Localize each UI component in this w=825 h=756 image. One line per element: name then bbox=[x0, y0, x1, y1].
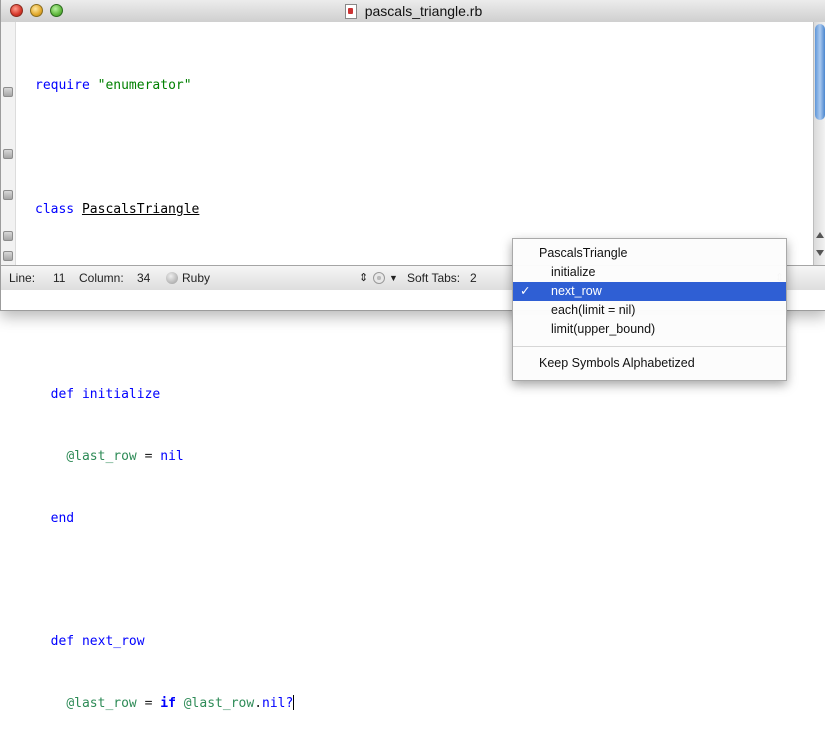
code-line: @last_row = nil bbox=[66, 448, 184, 464]
menu-separator bbox=[513, 346, 786, 347]
menu-item-initialize[interactable]: initialize bbox=[513, 263, 786, 282]
menu-item-label: initialize bbox=[551, 265, 596, 279]
fold-marker-icon[interactable] bbox=[3, 251, 13, 261]
scroll-down-arrow-icon[interactable] bbox=[816, 250, 824, 256]
column-value: 34 bbox=[137, 271, 151, 285]
window-title-text: pascals_triangle.rb bbox=[364, 3, 483, 19]
menu-item-label: each(limit = nil) bbox=[551, 303, 636, 317]
fold-marker-icon[interactable] bbox=[3, 149, 13, 159]
settings-dropdown-icon[interactable]: ▼ bbox=[389, 273, 398, 283]
fold-marker-icon[interactable] bbox=[3, 190, 13, 200]
code-text[interactable]: require "enumerator" class PascalsTriang… bbox=[35, 35, 295, 756]
line-label: Line: bbox=[9, 271, 36, 285]
code-line: class PascalsTriangle bbox=[35, 201, 200, 217]
menu-item-class[interactable]: PascalsTriangle bbox=[513, 244, 786, 263]
text-cursor bbox=[293, 695, 295, 710]
fold-marker-icon[interactable] bbox=[3, 87, 13, 97]
code-line: end bbox=[50, 510, 75, 526]
fold-marker-icon[interactable] bbox=[3, 231, 13, 241]
menu-item-label: limit(upper_bound) bbox=[551, 322, 656, 336]
code-line: def initialize bbox=[50, 387, 161, 403]
menu-item-label: PascalsTriangle bbox=[539, 246, 628, 260]
code-line: @last_row = if @last_row.nil? bbox=[66, 695, 295, 711]
language-gear-icon bbox=[166, 272, 178, 284]
settings-gear-icon[interactable] bbox=[373, 272, 385, 284]
gutter bbox=[1, 22, 16, 265]
menu-item-limit[interactable]: limit(upper_bound) bbox=[513, 320, 786, 339]
soft-tabs-label[interactable]: Soft Tabs: bbox=[407, 271, 460, 285]
scrollbar-thumb[interactable] bbox=[815, 24, 825, 120]
menu-item-label: Keep Symbols Alphabetized bbox=[539, 356, 695, 370]
line-value: 11 bbox=[53, 271, 66, 285]
code-line: require "enumerator" bbox=[35, 78, 192, 94]
symbol-popup-menu: PascalsTriangle initialize ✓ next_row ea… bbox=[512, 238, 787, 381]
menu-item-next-row[interactable]: ✓ next_row bbox=[513, 282, 786, 301]
menu-item-keep-alphabetized[interactable]: Keep Symbols Alphabetized bbox=[513, 354, 786, 373]
vertical-scrollbar[interactable] bbox=[813, 22, 825, 265]
column-label: Column: bbox=[79, 271, 124, 285]
menu-item-label: next_row bbox=[551, 284, 602, 298]
code-line: def next_row bbox=[50, 634, 145, 650]
checkmark-icon: ✓ bbox=[520, 284, 531, 298]
ruby-file-icon bbox=[344, 3, 357, 19]
language-select[interactable]: Ruby bbox=[182, 271, 210, 285]
code-editor[interactable]: require "enumerator" class PascalsTriang… bbox=[1, 22, 814, 711]
menu-item-each[interactable]: each(limit = nil) bbox=[513, 301, 786, 320]
window-title: pascals_triangle.rb bbox=[1, 0, 825, 22]
title-bar: pascals_triangle.rb bbox=[1, 0, 825, 23]
language-select-chevron-icon[interactable]: ⇕ bbox=[359, 271, 368, 284]
scroll-up-arrow-icon[interactable] bbox=[816, 232, 824, 238]
soft-tabs-value[interactable]: 2 bbox=[470, 271, 477, 285]
